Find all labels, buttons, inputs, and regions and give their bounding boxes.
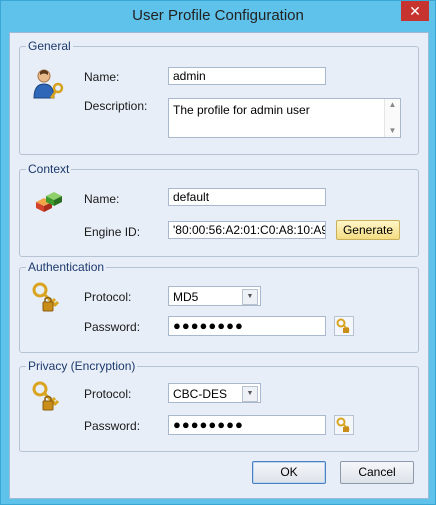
group-context: Context Name: default Engine ID: '80:00:… xyxy=(19,162,419,257)
description-label: Description: xyxy=(84,99,148,113)
key-lock-icon xyxy=(336,417,350,432)
dialog-body: General Name: admin Description: The pro… xyxy=(9,32,429,499)
key-lock-icon xyxy=(336,318,350,333)
privacy-protocol-select[interactable]: CBC-DES ▼ xyxy=(168,383,261,403)
scroll-up-icon[interactable]: ▲ xyxy=(385,99,400,111)
dialog-window: User Profile Configuration ✕ General Nam… xyxy=(0,0,436,505)
auth-password-label: Password: xyxy=(84,320,141,334)
group-privacy-title: Privacy (Encryption) xyxy=(26,359,138,373)
description-scrollbar[interactable]: ▲ ▼ xyxy=(384,99,400,137)
auth-protocol-label: Protocol: xyxy=(84,290,132,304)
group-general: General Name: admin Description: The pro… xyxy=(19,39,419,155)
auth-key-button[interactable] xyxy=(334,316,354,336)
generate-button[interactable]: Generate xyxy=(336,220,400,240)
cancel-button[interactable]: Cancel xyxy=(340,461,414,484)
chevron-down-icon[interactable]: ▼ xyxy=(242,386,258,402)
group-general-title: General xyxy=(26,39,73,53)
privacy-password-input[interactable]: ●●●●●●●● xyxy=(168,415,326,435)
context-name-input[interactable]: default xyxy=(168,188,326,206)
user-key-icon xyxy=(33,69,64,99)
group-privacy: Privacy (Encryption) Protocol: CBC-DES ▼… xyxy=(19,359,419,452)
description-text: The profile for admin user xyxy=(173,103,310,117)
window-title: User Profile Configuration xyxy=(132,7,304,24)
privacy-password-label: Password: xyxy=(84,419,141,433)
auth-protocol-select[interactable]: MD5 ▼ xyxy=(168,286,261,306)
keys-icon xyxy=(32,381,60,411)
general-name-input[interactable]: admin xyxy=(168,67,326,85)
titlebar[interactable]: User Profile Configuration ✕ xyxy=(1,1,435,31)
scroll-down-icon[interactable]: ▼ xyxy=(385,125,400,137)
engine-id-input[interactable]: '80:00:56:A2:01:C0:A8:10:A9' xyxy=(168,221,326,239)
auth-password-input[interactable]: ●●●●●●●● xyxy=(168,316,326,336)
engine-id-label: Engine ID: xyxy=(84,225,141,239)
keys-icon xyxy=(32,282,60,312)
context-name-label: Name: xyxy=(84,192,120,206)
general-name-label: Name: xyxy=(84,70,120,84)
close-button[interactable]: ✕ xyxy=(401,1,429,21)
group-authentication: Authentication Protocol: MD5 ▼ Password:… xyxy=(19,260,419,353)
group-authentication-title: Authentication xyxy=(26,260,107,274)
group-context-title: Context xyxy=(26,162,72,176)
chevron-down-icon[interactable]: ▼ xyxy=(242,289,258,305)
ok-button[interactable]: OK xyxy=(252,461,326,484)
privacy-key-button[interactable] xyxy=(334,415,354,435)
blocks-icon xyxy=(36,192,62,212)
privacy-protocol-value: CBC-DES xyxy=(173,387,228,401)
auth-protocol-value: MD5 xyxy=(173,290,199,304)
privacy-protocol-label: Protocol: xyxy=(84,387,132,401)
description-textarea[interactable]: The profile for admin user ▲ ▼ xyxy=(168,98,401,138)
